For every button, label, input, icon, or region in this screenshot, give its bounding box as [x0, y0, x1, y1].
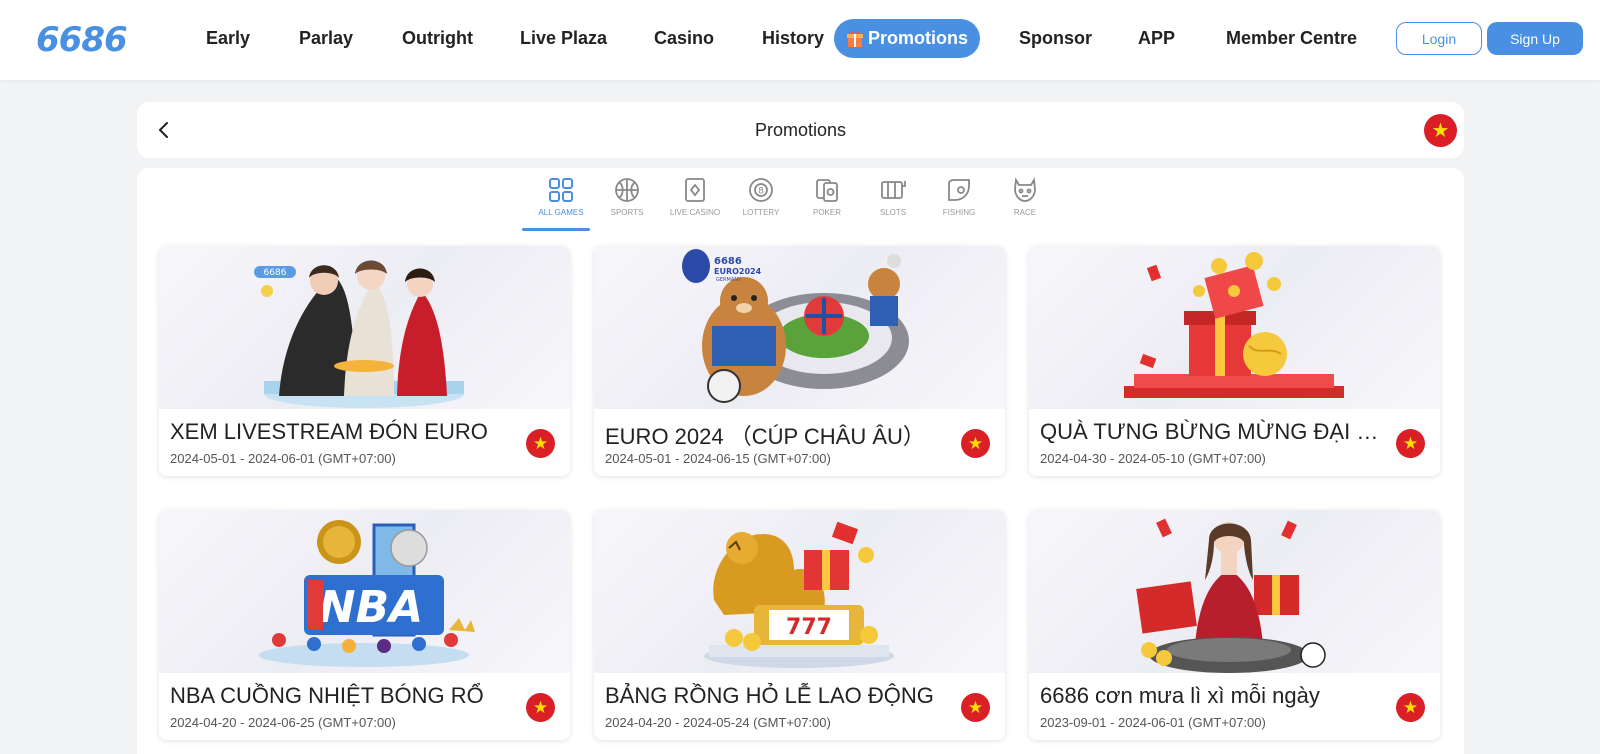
- promotion-card[interactable]: 6686 EURO2024 GERMANY EURO 2024 （CÚP CHÂ…: [594, 246, 1005, 476]
- tab-label: POKER: [812, 208, 841, 217]
- tab-slots[interactable]: SLOTS: [863, 176, 923, 217]
- tab-label: SLOTS: [879, 208, 907, 217]
- promotion-title: XEM LIVESTREAM ĐÓN EURO: [170, 419, 488, 444]
- promotion-date: 2024-04-20 - 2024-06-25 (GMT+07:00): [170, 715, 396, 730]
- active-tab-indicator: [522, 228, 590, 231]
- promotion-title: NBA CUỒNG NHIỆT BÓNG RỔ: [170, 683, 484, 708]
- vietnam-flag-icon: ★: [961, 429, 990, 458]
- promotion-card[interactable]: 6686 XEM LIVESTREAM ĐÓN EURO 2024-05-01 …: [159, 246, 570, 476]
- banner-sub2-text: GERMANY: [716, 277, 742, 283]
- promotion-title: BẢNG RỒNG HỎ LỄ LAO ĐỘNG: [605, 683, 934, 708]
- login-button[interactable]: Login: [1396, 22, 1482, 55]
- promotions-panel: ALL GAMES SPORTS LIVE CASINO 8 LOTTERY P…: [137, 168, 1464, 754]
- tab-all-games[interactable]: ALL GAMES: [522, 176, 591, 231]
- promotion-date: 2024-04-30 - 2024-05-10 (GMT+07:00): [1040, 451, 1266, 466]
- tab-label: SPORTS: [610, 208, 644, 217]
- promotion-title: EURO 2024 （CÚP CHÂU ÂU）: [605, 424, 925, 449]
- promotion-card[interactable]: NBA NBA CUỒNG NHIỆT BÓNG RỔ 2024-04-20 -…: [159, 510, 570, 740]
- nav-outright[interactable]: Outright: [402, 28, 473, 49]
- promotion-date: 2024-05-01 - 2024-06-01 (GMT+07:00): [170, 451, 396, 466]
- nav-casino[interactable]: Casino: [654, 28, 714, 49]
- slot-machine-icon: [881, 181, 906, 199]
- fishing-icon: [948, 179, 970, 201]
- page-title: Promotions: [754, 120, 847, 140]
- promotion-card[interactable]: QUÀ TƯNG BỪNG MỪNG ĐẠI LỄ... 2024-04-30 …: [1029, 246, 1440, 476]
- nav-sponsor[interactable]: Sponsor: [1019, 28, 1092, 49]
- tab-lottery[interactable]: 8 LOTTERY: [731, 176, 791, 217]
- tab-label: FISHING: [942, 208, 976, 217]
- nav-live-plaza[interactable]: Live Plaza: [520, 28, 607, 49]
- basketball-icon: [615, 178, 639, 202]
- page-title-bar: Promotions ★: [137, 102, 1464, 158]
- nav-member-centre[interactable]: Member Centre: [1226, 28, 1357, 49]
- tab-label: LOTTERY: [742, 208, 780, 217]
- signup-button[interactable]: Sign Up: [1487, 22, 1583, 55]
- grid-icon: [549, 178, 573, 202]
- tab-poker[interactable]: POKER: [797, 176, 857, 217]
- banner-logo-text: 6686: [264, 268, 287, 278]
- gift-icon: [846, 31, 863, 47]
- card-icon: [685, 178, 705, 202]
- promotion-banner-image: NBA: [159, 510, 570, 673]
- banner-nba-text: NBA: [319, 582, 423, 633]
- promotion-banner-image: 6686: [159, 246, 570, 409]
- tab-label: LIVE CASINO: [669, 208, 721, 217]
- vietnam-flag-icon: ★: [526, 693, 555, 722]
- tab-race[interactable]: RACE: [995, 176, 1055, 217]
- nav-parlay[interactable]: Parlay: [299, 28, 353, 49]
- promotion-date: 2024-05-01 - 2024-06-15 (GMT+07:00): [605, 451, 831, 466]
- promotion-title: QUÀ TƯNG BỪNG MỪNG ĐẠI LỄ...: [1040, 419, 1390, 444]
- banner-sub-text: EURO2024: [714, 267, 762, 276]
- promotion-banner-image: 6686 EURO2024 GERMANY: [594, 246, 1005, 409]
- tab-live-casino[interactable]: LIVE CASINO: [665, 176, 725, 217]
- vietnam-flag-icon: ★: [1396, 429, 1425, 458]
- poker-icon: [816, 179, 838, 202]
- race-icon: [1014, 177, 1036, 202]
- svg-text:8: 8: [758, 187, 764, 197]
- promotion-card[interactable]: 6686 cơn mưa lì xì mỗi ngày 2023-09-01 -…: [1029, 510, 1440, 740]
- promotion-date: 2023-09-01 - 2024-06-01 (GMT+07:00): [1040, 715, 1266, 730]
- tab-label: ALL GAMES: [538, 208, 584, 217]
- top-header: 6686 Early Parlay Outright Live Plaza Ca…: [0, 0, 1600, 80]
- promotion-title: 6686 cơn mưa lì xì mỗi ngày: [1040, 683, 1320, 708]
- promotion-card[interactable]: 777 BẢNG RỒNG HỎ LỄ LAO ĐỘNG 2024-04-20 …: [594, 510, 1005, 740]
- promotion-banner-image: [1029, 510, 1440, 673]
- tab-sports[interactable]: SPORTS: [597, 176, 657, 217]
- nav-promotions[interactable]: Promotions: [834, 19, 980, 58]
- nav-promotions-label: Promotions: [867, 28, 968, 48]
- lottery-ball-icon: 8: [749, 178, 773, 202]
- banner-slot-text: 777: [786, 615, 832, 640]
- promotion-banner-image: [1029, 246, 1440, 409]
- vietnam-flag-icon: ★: [526, 429, 555, 458]
- tab-label: RACE: [1013, 208, 1037, 217]
- promotion-date: 2024-04-20 - 2024-05-24 (GMT+07:00): [605, 715, 831, 730]
- tab-fishing[interactable]: FISHING: [929, 176, 989, 217]
- brand-logo[interactable]: 6686: [36, 20, 128, 60]
- vietnam-flag-icon: ★: [961, 693, 990, 722]
- promotion-banner-image: 777: [594, 510, 1005, 673]
- vietnam-flag-icon: ★: [1396, 693, 1425, 722]
- nav-early[interactable]: Early: [206, 28, 250, 49]
- banner-logo-text: 6686: [714, 256, 742, 267]
- vietnam-flag-icon[interactable]: ★: [1424, 114, 1457, 147]
- nav-app[interactable]: APP: [1138, 28, 1175, 49]
- nav-history[interactable]: History: [762, 28, 824, 49]
